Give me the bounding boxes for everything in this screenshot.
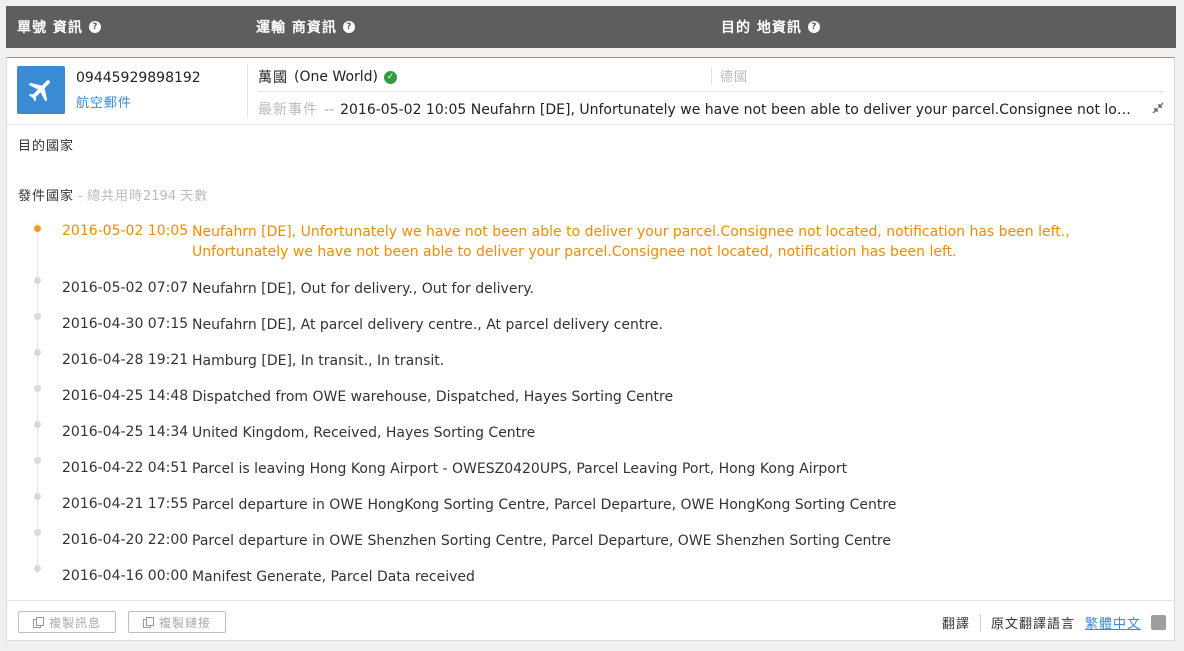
origin-country-heading: 發件國家 - 總共用時2194 天數 (18, 185, 208, 204)
divider (258, 91, 1163, 92)
copy-icon (32, 617, 44, 628)
language-link[interactable]: 繁體中文 (1085, 613, 1141, 632)
tracking-summary: 09445929898192 航空郵件 萬國 (One World) ✓ 德國 … (7, 58, 1174, 125)
airplane-icon (17, 66, 65, 114)
toggle-square-icon[interactable] (1151, 615, 1166, 630)
copy-link-button[interactable]: 複製鏈接 (128, 611, 226, 633)
divider (247, 64, 248, 118)
help-icon[interactable]: ? (807, 21, 820, 33)
timeline-dot (34, 277, 41, 284)
help-icon[interactable]: ? (88, 21, 101, 33)
copy-info-button[interactable]: 複製訊息 (18, 611, 116, 633)
event-description: Dispatched from OWE warehouse, Dispatche… (192, 389, 674, 405)
panel-footer: 複製訊息 複製鏈接 翻譯 原文翻譯語言 繁體中文 (7, 600, 1174, 642)
latest-event-separator: -- (324, 102, 335, 118)
tracking-type-link[interactable]: 航空郵件 (76, 92, 132, 111)
timeline-dot (34, 565, 41, 572)
translate-controls: 翻譯 原文翻譯語言 繁體中文 (942, 613, 1166, 632)
event-description: Parcel is leaving Hong Kong Airport - OW… (192, 461, 848, 477)
carrier-name[interactable]: (One World) (294, 69, 378, 85)
event-description: Parcel departure in OWE Shenzhen Sorting… (192, 533, 891, 549)
carrier-info: 萬國 (One World) ✓ (258, 67, 397, 87)
timeline-dot (34, 349, 41, 356)
event-time: 2016-04-22 04:51 (62, 460, 189, 476)
header-col-number: 單號 資訊 ? (17, 17, 101, 37)
event-description: Parcel departure in OWE HongKong Sorting… (192, 497, 897, 513)
header-col-destination-label: 目的 地資訊 (721, 20, 802, 36)
carrier-label: 萬國 (258, 70, 288, 86)
divider (979, 613, 981, 632)
timeline-dot (34, 225, 41, 232)
timeline-line (37, 223, 38, 573)
timeline-dot (34, 313, 41, 320)
divider (711, 67, 712, 84)
timeline-dot (34, 493, 41, 500)
origin-country-label: 發件國家 (18, 189, 75, 204)
timeline-dot (34, 457, 41, 464)
event-time: 2016-04-25 14:48 (62, 388, 189, 404)
collapse-icon[interactable] (1152, 102, 1164, 114)
copy-link-label: 複製鏈接 (158, 615, 211, 630)
event-description: Hamburg [DE], In transit., In transit. (192, 353, 445, 369)
total-days-suffix: 天數 (180, 189, 209, 204)
copy-icon (142, 617, 154, 628)
header-col-number-label: 單號 資訊 (17, 20, 83, 36)
header-col-carrier: 運輸 商資訊 ? (256, 17, 355, 37)
header-col-destination: 目的 地資訊 ? (721, 17, 820, 37)
copy-info-label: 複製訊息 (48, 615, 101, 630)
translate-label: 翻譯 (941, 617, 970, 632)
event-time: 2016-04-30 07:15 (62, 316, 189, 332)
tracking-number[interactable]: 09445929898192 (76, 70, 201, 86)
help-icon[interactable]: ? (342, 21, 355, 33)
verified-check-icon: ✓ (384, 70, 397, 84)
event-time: 2016-04-20 22:00 (62, 532, 189, 548)
event-time: 2016-04-16 00:00 (62, 568, 189, 584)
tracking-result-panel: 09445929898192 航空郵件 萬國 (One World) ✓ 德國 … (6, 57, 1175, 641)
event-time: 2016-05-02 10:05 (62, 223, 189, 239)
latest-event-text: 2016-05-02 10:05 Neufahrn [DE], Unfortun… (340, 102, 1138, 118)
event-time: 2016-04-28 19:21 (62, 352, 189, 368)
total-days-prefix: 總共用時 (87, 189, 144, 204)
total-days-value: 2194 (143, 189, 177, 204)
event-time: 2016-05-02 07:07 (62, 280, 189, 296)
timeline-dot (34, 421, 41, 428)
event-description: United Kingdom, Received, Hayes Sorting … (192, 425, 536, 441)
table-header: 單號 資訊 ? 運輸 商資訊 ? 目的 地資訊 ? (6, 6, 1176, 48)
event-description: Neufahrn [DE], At parcel delivery centre… (192, 317, 663, 333)
event-time: 2016-04-21 17:55 (62, 496, 189, 512)
event-time: 2016-04-25 14:34 (62, 424, 189, 440)
origin-separator: - (78, 189, 83, 204)
destination-info: 德國 (711, 66, 748, 85)
header-col-carrier-label: 運輸 商資訊 (256, 20, 337, 36)
destination-label: 德國 (720, 70, 749, 85)
timeline-dot (34, 385, 41, 392)
event-description: Manifest Generate, Parcel Data received (192, 569, 475, 585)
latest-event: 最新事件 -- 2016-05-02 10:05 Neufahrn [DE], Un… (258, 99, 1138, 119)
latest-event-label: 最新事件 (258, 102, 318, 118)
event-description: Neufahrn [DE], Unfortunately we have not… (192, 224, 1070, 260)
destination-country-heading: 目的國家 (18, 139, 75, 154)
event-description: Neufahrn [DE], Out for delivery., Out fo… (192, 281, 534, 297)
original-language-label: 原文翻譯語言 (990, 617, 1075, 632)
timeline-dot (34, 529, 41, 536)
